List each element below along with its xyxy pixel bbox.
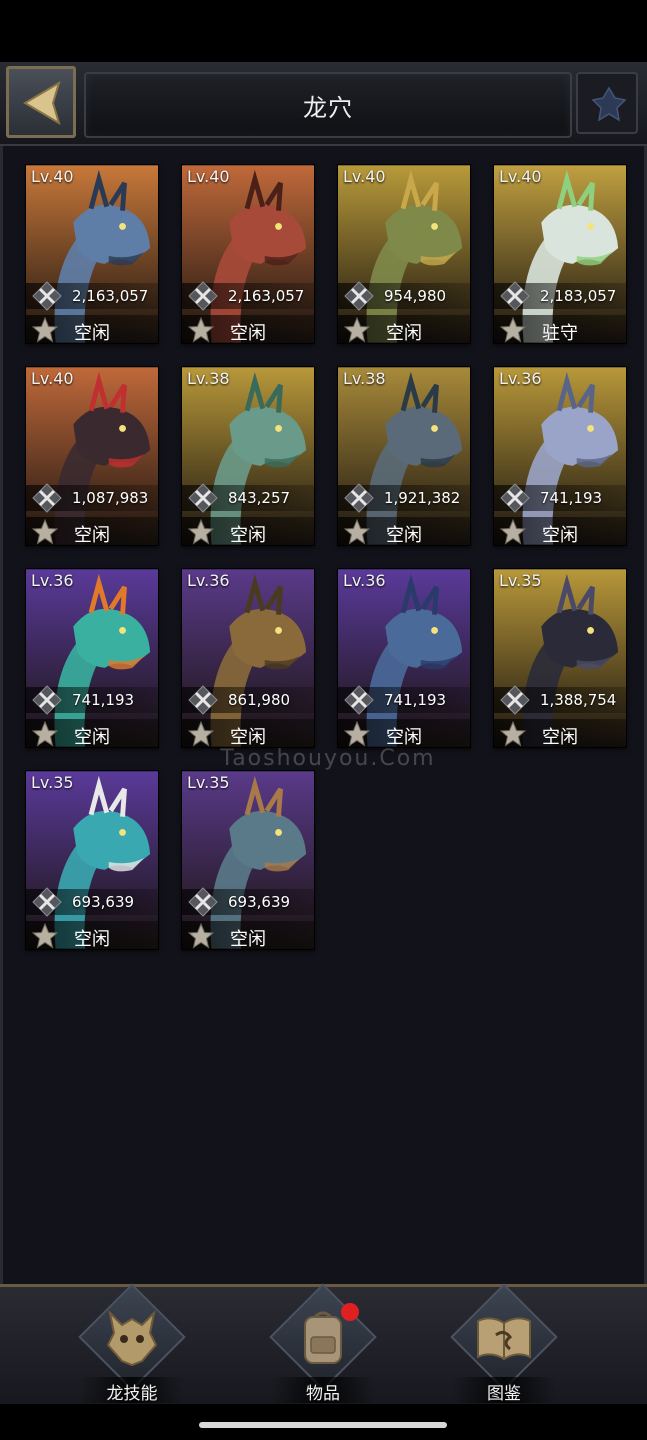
dragon-power: 843,257 bbox=[228, 489, 291, 507]
dragon-power: 954,980 bbox=[384, 287, 447, 305]
dragon-power: 741,193 bbox=[540, 489, 603, 507]
dragon-power: 693,639 bbox=[228, 893, 291, 911]
nav-dragon-skills[interactable]: 龙技能 bbox=[72, 1283, 192, 1405]
dragon-power: 741,193 bbox=[72, 691, 135, 709]
dragon-level: Lv.40 bbox=[499, 167, 542, 186]
dragon-status: 空闲 bbox=[74, 929, 110, 950]
dragon-status: 空闲 bbox=[74, 323, 110, 344]
dragon-card[interactable]: Lv.40 2,183,057 驻守 bbox=[493, 164, 627, 344]
dragon-power: 2,163,057 bbox=[72, 287, 149, 305]
dragon-power: 1,921,382 bbox=[384, 489, 461, 507]
notification-badge bbox=[341, 1303, 359, 1321]
home-indicator[interactable] bbox=[199, 1422, 447, 1428]
dragon-level: Lv.35 bbox=[31, 773, 74, 792]
dragon-card[interactable]: Lv.40 1,087,983 空闲 bbox=[25, 366, 159, 546]
dragon-status: 空闲 bbox=[230, 323, 266, 344]
dragon-level: Lv.36 bbox=[499, 369, 542, 388]
crossed-axes-icon bbox=[344, 685, 374, 715]
nav-label: 图鉴 bbox=[487, 1384, 521, 1404]
crossed-axes-icon bbox=[32, 887, 62, 917]
dragon-status: 空闲 bbox=[74, 525, 110, 546]
dragon-status: 空闲 bbox=[386, 525, 422, 546]
book-icon bbox=[477, 1317, 531, 1361]
dragon-card[interactable]: Lv.38 843,257 空闲 bbox=[181, 366, 315, 546]
dragon-level: Lv.35 bbox=[187, 773, 230, 792]
dragon-card[interactable]: Lv.36 741,193 空闲 bbox=[337, 568, 471, 748]
dragon-card[interactable]: Lv.36 741,193 空闲 bbox=[25, 568, 159, 748]
dragon-level: Lv.40 bbox=[187, 167, 230, 186]
crossed-axes-icon bbox=[32, 483, 62, 513]
dragon-card[interactable]: Lv.35 1,388,754 空闲 bbox=[493, 568, 627, 748]
dragon-level: Lv.38 bbox=[187, 369, 230, 388]
dragon-status: 空闲 bbox=[386, 323, 422, 344]
nav-label: 龙技能 bbox=[106, 1384, 158, 1404]
dragon-level: Lv.36 bbox=[343, 571, 386, 590]
nav-codex[interactable]: 图鉴 bbox=[444, 1283, 564, 1405]
crossed-axes-icon bbox=[188, 483, 218, 513]
dragon-status: 空闲 bbox=[230, 929, 266, 950]
title-bar: 龙穴 bbox=[84, 72, 572, 138]
header: 龙穴 bbox=[0, 62, 647, 146]
crossed-axes-icon bbox=[188, 281, 218, 311]
dragon-level: Lv.36 bbox=[31, 571, 74, 590]
dragon-level: Lv.35 bbox=[499, 571, 542, 590]
home-indicator-area bbox=[0, 1404, 647, 1440]
crossed-axes-icon bbox=[32, 281, 62, 311]
dragon-card[interactable]: Lv.35 693,639 空闲 bbox=[25, 770, 159, 950]
dragon-level: Lv.40 bbox=[31, 167, 74, 186]
bottom-nav: 龙技能 物品 图鉴 bbox=[0, 1283, 647, 1407]
crossed-axes-icon bbox=[344, 281, 374, 311]
dragon-status: 空闲 bbox=[74, 727, 110, 748]
dragon-card[interactable]: Lv.40 2,163,057 空闲 bbox=[25, 164, 159, 344]
crest-button[interactable] bbox=[576, 72, 638, 134]
page-title: 龙穴 bbox=[303, 94, 353, 122]
dragon-power: 693,639 bbox=[72, 893, 135, 911]
crossed-axes-icon bbox=[188, 887, 218, 917]
dragon-status: 空闲 bbox=[230, 727, 266, 748]
crossed-axes-icon bbox=[344, 483, 374, 513]
dragon-power: 2,163,057 bbox=[228, 287, 305, 305]
crossed-axes-icon bbox=[500, 483, 530, 513]
dragon-power: 741,193 bbox=[384, 691, 447, 709]
crest-icon bbox=[591, 86, 627, 122]
crossed-axes-icon bbox=[500, 281, 530, 311]
status-bar bbox=[0, 0, 647, 62]
dragon-status: 空闲 bbox=[230, 525, 266, 546]
dragon-power: 1,388,754 bbox=[540, 691, 617, 709]
dragon-lair-panel: Lv.40 2,163,057 空闲 Lv.40 2,163,057 空闲 Lv.40 954… bbox=[0, 146, 647, 1284]
watermark: Taoshouyou.Com bbox=[220, 746, 436, 771]
dragon-status: 空闲 bbox=[542, 727, 578, 748]
dragon-level: Lv.36 bbox=[187, 571, 230, 590]
dragon-level: Lv.40 bbox=[343, 167, 386, 186]
crossed-axes-icon bbox=[500, 685, 530, 715]
dragon-status: 空闲 bbox=[542, 525, 578, 546]
dragon-card[interactable]: Lv.40 2,163,057 空闲 bbox=[181, 164, 315, 344]
dragon-level: Lv.40 bbox=[31, 369, 74, 388]
dragon-card[interactable]: Lv.40 954,980 空闲 bbox=[337, 164, 471, 344]
crossed-axes-icon bbox=[32, 685, 62, 715]
dragon-skull-icon bbox=[106, 1309, 158, 1367]
dragon-status: 驻守 bbox=[542, 323, 578, 344]
dragon-card[interactable]: Lv.38 1,921,382 空闲 bbox=[337, 366, 471, 546]
nav-label: 物品 bbox=[306, 1384, 340, 1404]
dragon-power: 2,183,057 bbox=[540, 287, 617, 305]
dragon-card[interactable]: Lv.36 861,980 空闲 bbox=[181, 568, 315, 748]
crossed-axes-icon bbox=[188, 685, 218, 715]
dragon-card[interactable]: Lv.36 741,193 空闲 bbox=[493, 366, 627, 546]
back-button[interactable] bbox=[6, 66, 76, 138]
dragon-power: 1,087,983 bbox=[72, 489, 149, 507]
back-arrow-icon bbox=[23, 80, 61, 126]
dragon-status: 空闲 bbox=[386, 727, 422, 748]
dragon-power: 861,980 bbox=[228, 691, 291, 709]
nav-items[interactable]: 物品 bbox=[263, 1283, 383, 1405]
dragon-level: Lv.38 bbox=[343, 369, 386, 388]
dragon-card[interactable]: Lv.35 693,639 空闲 bbox=[181, 770, 315, 950]
